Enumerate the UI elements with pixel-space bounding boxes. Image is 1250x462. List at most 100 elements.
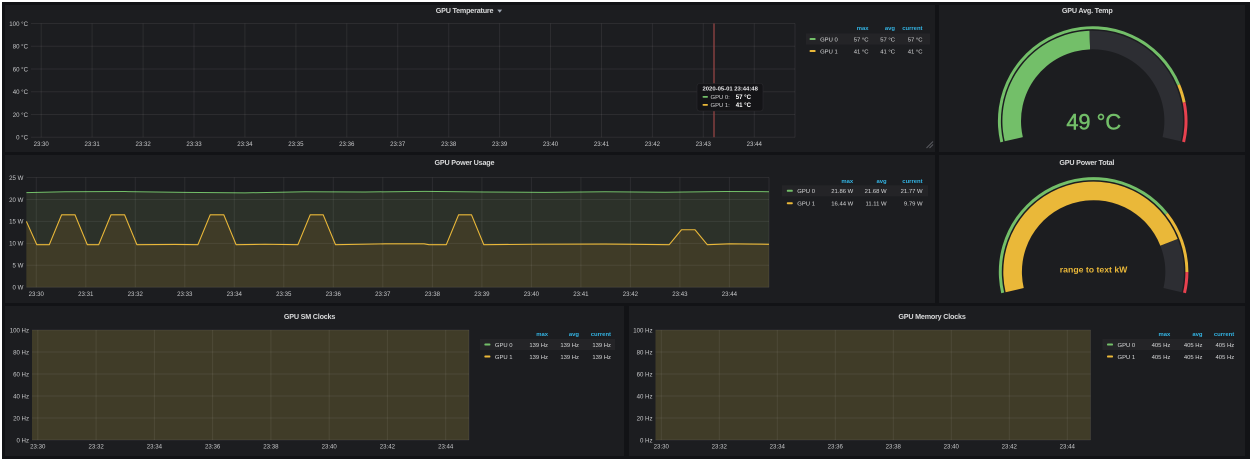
svg-text:23:41: 23:41 [594, 140, 610, 147]
svg-text:current: current [902, 25, 922, 31]
svg-text:23:32: 23:32 [135, 140, 151, 147]
svg-text:GPU Power Usage: GPU Power Usage [435, 158, 495, 167]
svg-text:23:40: 23:40 [322, 444, 338, 451]
svg-text:GPU 1: GPU 1 [797, 202, 815, 208]
svg-text:23:31: 23:31 [78, 291, 94, 298]
svg-text:23:42: 23:42 [623, 291, 639, 298]
svg-text:max: max [841, 179, 854, 185]
svg-text:57 °C: 57 °C [880, 37, 896, 43]
svg-text:avg: avg [885, 25, 896, 31]
svg-text:23:37: 23:37 [375, 291, 391, 298]
svg-text:GPU Memory Clocks: GPU Memory Clocks [898, 312, 966, 321]
svg-text:23:43: 23:43 [672, 291, 688, 298]
svg-text:23:38: 23:38 [425, 291, 441, 298]
svg-text:GPU 0: GPU 0 [797, 189, 815, 195]
svg-text:23:34: 23:34 [227, 291, 243, 298]
svg-text:405 Hz: 405 Hz [1151, 343, 1170, 349]
svg-text:0 Hz: 0 Hz [16, 437, 29, 444]
svg-text:GPU 0: GPU 0 [820, 37, 838, 43]
svg-text:GPU 1:: GPU 1: [711, 103, 731, 109]
svg-text:GPU 1: GPU 1 [820, 49, 838, 55]
svg-text:23:42: 23:42 [1001, 444, 1017, 451]
svg-text:23:34: 23:34 [769, 444, 785, 451]
svg-text:80 Hz: 80 Hz [636, 349, 652, 356]
svg-text:23:33: 23:33 [177, 291, 193, 298]
svg-text:GPU 1: GPU 1 [1117, 355, 1135, 361]
svg-text:21.68 W: 21.68 W [865, 189, 887, 195]
svg-text:139 Hz: 139 Hz [592, 355, 611, 361]
svg-text:max: max [1158, 332, 1171, 338]
svg-text:23:42: 23:42 [380, 444, 396, 451]
svg-text:405 Hz: 405 Hz [1183, 355, 1202, 361]
svg-text:100 °C: 100 °C [9, 20, 28, 27]
svg-text:23:33: 23:33 [186, 140, 202, 147]
svg-text:139 Hz: 139 Hz [529, 355, 548, 361]
svg-text:23:36: 23:36 [339, 140, 355, 147]
svg-text:23:31: 23:31 [84, 140, 100, 147]
svg-text:23:34: 23:34 [237, 140, 253, 147]
svg-text:GPU SM Clocks: GPU SM Clocks [284, 312, 336, 321]
svg-text:23:38: 23:38 [885, 444, 901, 451]
svg-text:11.11 W: 11.11 W [866, 202, 888, 208]
svg-text:GPU 0:: GPU 0: [711, 95, 731, 101]
svg-text:0 Hz: 0 Hz [639, 437, 652, 444]
svg-text:20 °C: 20 °C [13, 111, 29, 118]
svg-text:GPU Avg. Temp: GPU Avg. Temp [1062, 6, 1113, 15]
svg-text:23:34: 23:34 [147, 444, 163, 451]
svg-text:23:36: 23:36 [827, 444, 843, 451]
svg-text:23:42: 23:42 [645, 140, 661, 147]
svg-text:23:39: 23:39 [492, 140, 508, 147]
svg-text:15 W: 15 W [9, 219, 23, 226]
svg-text:23:41: 23:41 [573, 291, 589, 298]
svg-text:21.86 W: 21.86 W [831, 189, 853, 195]
svg-text:avg: avg [876, 179, 887, 185]
svg-text:range to text kW: range to text kW [1060, 265, 1128, 275]
svg-text:GPU 0: GPU 0 [495, 343, 513, 349]
svg-text:139 Hz: 139 Hz [560, 355, 579, 361]
svg-text:23:30: 23:30 [30, 444, 46, 451]
svg-text:139 Hz: 139 Hz [560, 343, 579, 349]
svg-text:GPU Power Total: GPU Power Total [1059, 158, 1114, 167]
svg-text:23:37: 23:37 [390, 140, 406, 147]
svg-text:60 Hz: 60 Hz [636, 371, 652, 378]
svg-text:60 °C: 60 °C [13, 66, 29, 73]
svg-text:23:44: 23:44 [438, 444, 454, 451]
svg-text:23:30: 23:30 [653, 444, 669, 451]
svg-text:23:36: 23:36 [205, 444, 221, 451]
svg-text:405 Hz: 405 Hz [1215, 343, 1234, 349]
svg-text:41 °C: 41 °C [880, 49, 896, 55]
svg-text:avg: avg [1192, 332, 1203, 338]
svg-text:80 °C: 80 °C [13, 43, 29, 50]
svg-text:41 °C: 41 °C [854, 49, 870, 55]
svg-text:405 Hz: 405 Hz [1215, 355, 1234, 361]
svg-text:20 Hz: 20 Hz [636, 415, 652, 422]
svg-text:57 °C: 57 °C [736, 94, 752, 101]
svg-text:GPU Temperature: GPU Temperature [436, 6, 494, 15]
svg-text:20 W: 20 W [9, 197, 23, 204]
svg-text:57 °C: 57 °C [908, 37, 924, 43]
svg-text:2020-05-01 23:44:48: 2020-05-01 23:44:48 [703, 86, 759, 92]
svg-text:current: current [1213, 332, 1233, 338]
svg-text:GPU 1: GPU 1 [495, 355, 513, 361]
svg-text:405 Hz: 405 Hz [1151, 355, 1170, 361]
svg-text:21.77 W: 21.77 W [901, 189, 923, 195]
svg-text:current: current [902, 179, 922, 185]
svg-text:405 Hz: 405 Hz [1183, 343, 1202, 349]
svg-text:40 °C: 40 °C [13, 89, 29, 96]
svg-text:23:30: 23:30 [29, 291, 45, 298]
svg-text:10 W: 10 W [9, 241, 23, 248]
svg-text:100 Hz: 100 Hz [10, 327, 29, 334]
svg-text:23:44: 23:44 [722, 291, 738, 298]
svg-text:23:44: 23:44 [747, 140, 763, 147]
svg-text:23:35: 23:35 [288, 140, 304, 147]
svg-text:20 Hz: 20 Hz [13, 415, 29, 422]
svg-text:23:39: 23:39 [474, 291, 490, 298]
svg-text:23:38: 23:38 [441, 140, 457, 147]
svg-text:40 Hz: 40 Hz [13, 393, 29, 400]
svg-text:80 Hz: 80 Hz [13, 349, 29, 356]
svg-text:41 °C: 41 °C [908, 49, 924, 55]
svg-text:23:35: 23:35 [276, 291, 292, 298]
svg-text:0 W: 0 W [13, 285, 24, 292]
svg-text:max: max [536, 332, 549, 338]
svg-text:9.79 W: 9.79 W [904, 202, 923, 208]
